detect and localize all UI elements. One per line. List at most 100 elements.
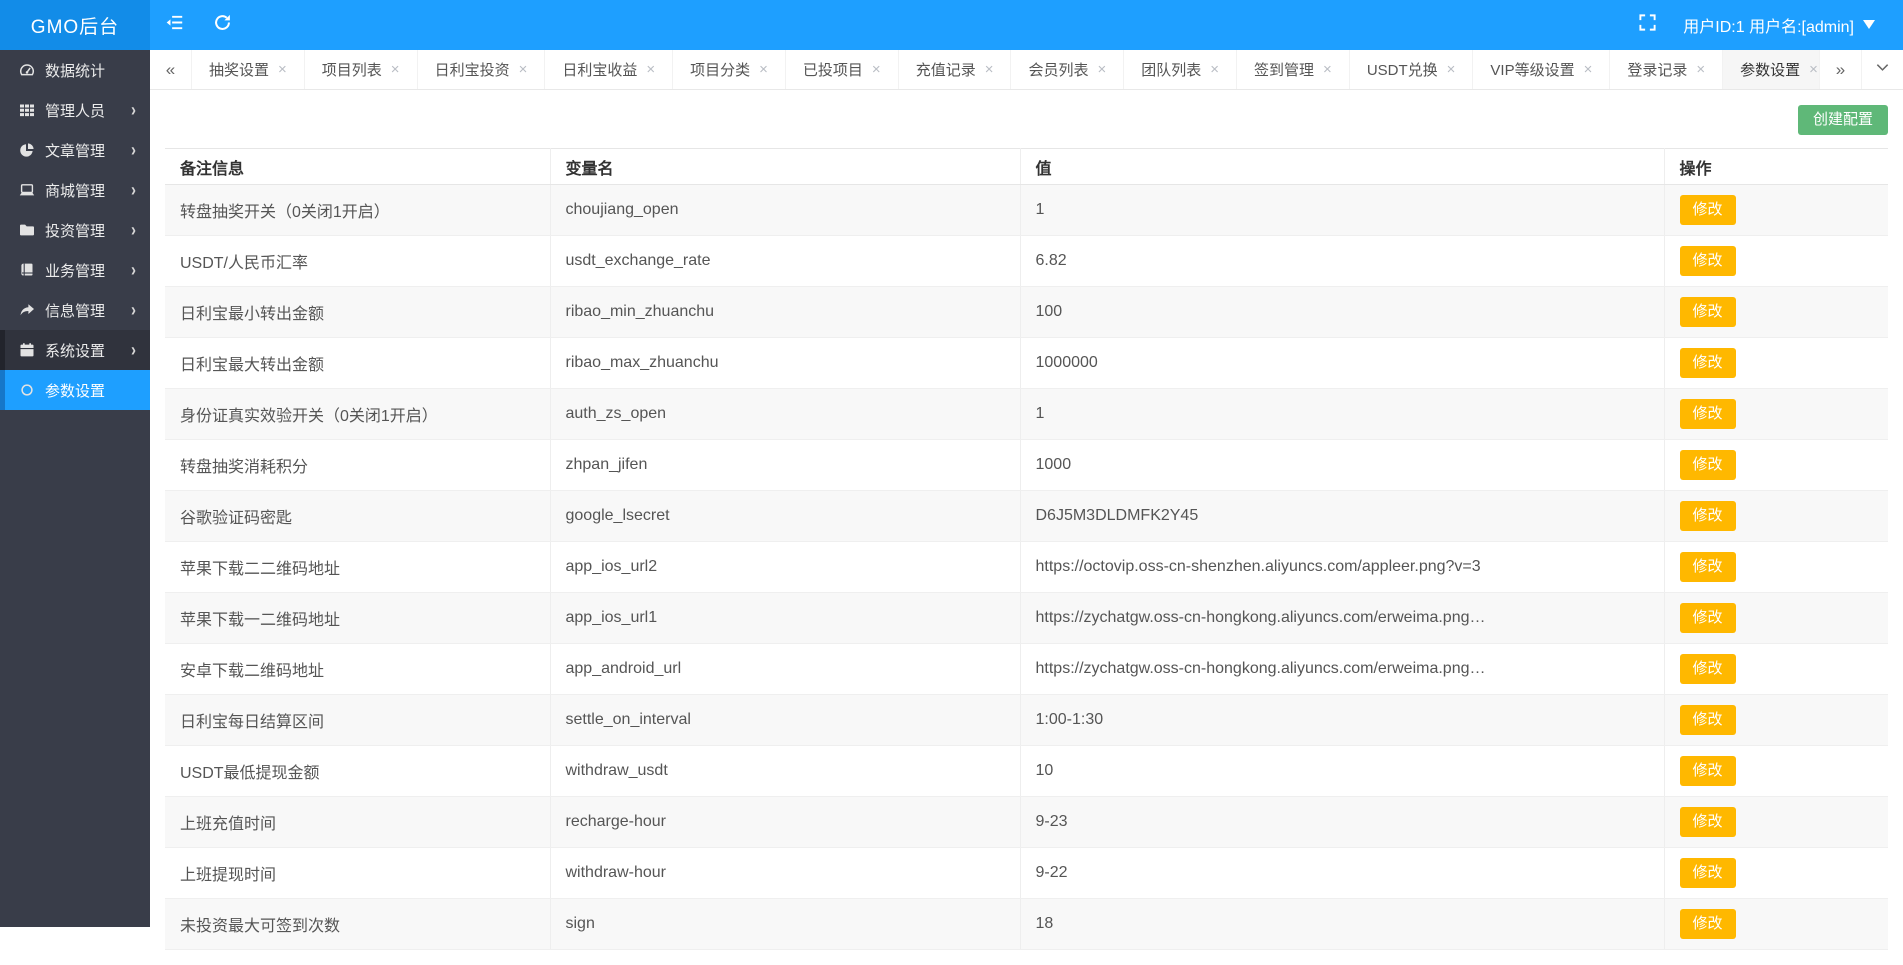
tab-label: 抽奖设置	[209, 59, 269, 80]
sidebar-item-investment-mgmt[interactable]: 投资管理 ›	[0, 210, 150, 250]
remark-cell: 日利宝最大转出金额	[165, 338, 550, 389]
refresh-button[interactable]	[198, 0, 246, 50]
variable-cell: recharge-hour	[550, 797, 1020, 848]
tab-vip-level-settings[interactable]: VIP等级设置 ×	[1473, 50, 1610, 89]
variable-cell: sign	[550, 899, 1020, 950]
tab-close-icon[interactable]: ×	[1447, 62, 1456, 77]
tab-close-icon[interactable]: ×	[1584, 62, 1593, 77]
sidebar-item-param-settings[interactable]: 参数设置 ›	[0, 370, 150, 410]
tab-close-icon[interactable]: ×	[646, 62, 655, 77]
value-cell: 1000	[1020, 440, 1664, 491]
tab-close-icon[interactable]: ×	[1097, 62, 1106, 77]
tab-member-list[interactable]: 会员列表 ×	[1011, 50, 1124, 89]
tab-project-list[interactable]: 项目列表 ×	[305, 50, 418, 89]
value-cell: https://zychatgw.oss-cn-hongkong.aliyunc…	[1020, 593, 1664, 644]
variable-cell: settle_on_interval	[550, 695, 1020, 746]
tab-rilibao-income[interactable]: 日利宝收益 ×	[545, 50, 673, 89]
tab-close-icon[interactable]: ×	[278, 62, 287, 77]
tab-recharge-records[interactable]: 充值记录 ×	[899, 50, 1012, 89]
variable-cell: withdraw-hour	[550, 848, 1020, 899]
tab-lottery-settings[interactable]: 抽奖设置 ×	[192, 50, 305, 89]
remark-cell: 苹果下载二二维码地址	[165, 542, 550, 593]
tab-label: 签到管理	[1254, 59, 1314, 80]
value-cell: 10	[1020, 746, 1664, 797]
tab-param-settings[interactable]: 参数设置 ×	[1723, 50, 1819, 89]
chevron-down-icon	[1875, 60, 1890, 80]
sidebar-item-info-mgmt[interactable]: 信息管理 ›	[0, 290, 150, 330]
sidebar-item-article-mgmt[interactable]: 文章管理 ›	[0, 130, 150, 170]
config-table: 备注信息 变量名 值 操作 转盘抽奖开关（0关闭1开启） choujiang_o…	[165, 148, 1888, 950]
edit-button[interactable]: 修改	[1680, 195, 1736, 225]
tab-close-icon[interactable]: ×	[1809, 62, 1818, 77]
share-icon	[19, 302, 36, 319]
column-header-remark: 备注信息	[165, 149, 550, 185]
edit-button[interactable]: 修改	[1680, 399, 1736, 429]
tab-login-records[interactable]: 登录记录 ×	[1610, 50, 1723, 89]
grid-icon	[19, 102, 36, 119]
remark-cell: 苹果下载一二维码地址	[165, 593, 550, 644]
laptop-icon	[19, 182, 36, 199]
edit-button[interactable]: 修改	[1680, 807, 1736, 837]
edit-button[interactable]: 修改	[1680, 858, 1736, 888]
tab-close-icon[interactable]: ×	[759, 62, 768, 77]
tabs-more-button[interactable]	[1861, 50, 1903, 89]
remark-cell: 未投资最大可签到次数	[165, 899, 550, 950]
tab-close-icon[interactable]: ×	[519, 62, 528, 77]
tab-close-icon[interactable]: ×	[1696, 62, 1705, 77]
sidebar-item-data-stats[interactable]: 数据统计 ›	[0, 50, 150, 90]
table-body: 转盘抽奖开关（0关闭1开启） choujiang_open 1 修改 USDT/…	[165, 185, 1888, 950]
tab-close-icon[interactable]: ×	[872, 62, 881, 77]
value-cell: 6.82	[1020, 236, 1664, 287]
tab-rilibao-invest[interactable]: 日利宝投资 ×	[418, 50, 546, 89]
tab-project-category[interactable]: 项目分类 ×	[673, 50, 786, 89]
collapse-sidebar-button[interactable]	[150, 0, 198, 50]
tab-label: 参数设置	[1740, 59, 1800, 80]
edit-button[interactable]: 修改	[1680, 756, 1736, 786]
actions-cell: 修改	[1664, 593, 1888, 644]
edit-button[interactable]: 修改	[1680, 705, 1736, 735]
tab-checkin-mgmt[interactable]: 签到管理 ×	[1237, 50, 1350, 89]
chevron-right-icon: ›	[131, 139, 150, 160]
tab-close-icon[interactable]: ×	[391, 62, 400, 77]
edit-button[interactable]: 修改	[1680, 552, 1736, 582]
tab-close-icon[interactable]: ×	[1210, 62, 1219, 77]
tab-usdt-exchange[interactable]: USDT兑换 ×	[1350, 50, 1474, 89]
tab-close-icon[interactable]: ×	[1323, 62, 1332, 77]
tab-label: 充值记录	[916, 59, 976, 80]
tab-invested-projects[interactable]: 已投项目 ×	[786, 50, 899, 89]
sidebar-item-business-mgmt[interactable]: 业务管理 ›	[0, 250, 150, 290]
fullscreen-button[interactable]	[1623, 0, 1671, 50]
chevron-right-icon: ›	[131, 99, 150, 120]
sidebar-item-system-settings[interactable]: 系统设置 ›	[0, 330, 150, 370]
top-header: GMO后台 用户ID:1 用户名:[admin]	[0, 0, 1903, 50]
edit-button[interactable]: 修改	[1680, 603, 1736, 633]
tab-bar: « 抽奖设置 × 项目列表 × 日利宝投资 × 日利宝收益 × 项目分类 ×	[150, 50, 1903, 90]
edit-button[interactable]: 修改	[1680, 501, 1736, 531]
edit-button[interactable]: 修改	[1680, 297, 1736, 327]
actions-cell: 修改	[1664, 389, 1888, 440]
value-cell: 100	[1020, 287, 1664, 338]
tabs-scroll-right-button[interactable]: »	[1819, 50, 1861, 89]
edit-button[interactable]: 修改	[1680, 654, 1736, 684]
variable-cell: zhpan_jifen	[550, 440, 1020, 491]
remark-cell: 上班提现时间	[165, 848, 550, 899]
tab-close-icon[interactable]: ×	[985, 62, 994, 77]
hamburger-collapse-icon	[165, 13, 184, 37]
sidebar-item-admin-staff[interactable]: 管理人员 ›	[0, 90, 150, 130]
edit-button[interactable]: 修改	[1680, 246, 1736, 276]
edit-button[interactable]: 修改	[1680, 348, 1736, 378]
create-config-button[interactable]: 创建配置	[1798, 105, 1888, 135]
user-dropdown[interactable]: 用户ID:1 用户名:[admin]	[1677, 0, 1881, 50]
actions-cell: 修改	[1664, 797, 1888, 848]
tab-team-list[interactable]: 团队列表 ×	[1124, 50, 1237, 89]
edit-button[interactable]: 修改	[1680, 450, 1736, 480]
remark-cell: 转盘抽奖开关（0关闭1开启）	[165, 185, 550, 236]
tabs-scroll-left-button[interactable]: «	[150, 50, 192, 89]
circle-icon	[19, 382, 36, 399]
edit-button[interactable]: 修改	[1680, 909, 1736, 939]
sidebar-item-mall-mgmt[interactable]: 商城管理 ›	[0, 170, 150, 210]
actions-cell: 修改	[1664, 542, 1888, 593]
chevron-right-icon: ›	[131, 299, 150, 320]
variable-cell: app_ios_url2	[550, 542, 1020, 593]
sidebar-item-label: 参数设置	[45, 380, 131, 401]
